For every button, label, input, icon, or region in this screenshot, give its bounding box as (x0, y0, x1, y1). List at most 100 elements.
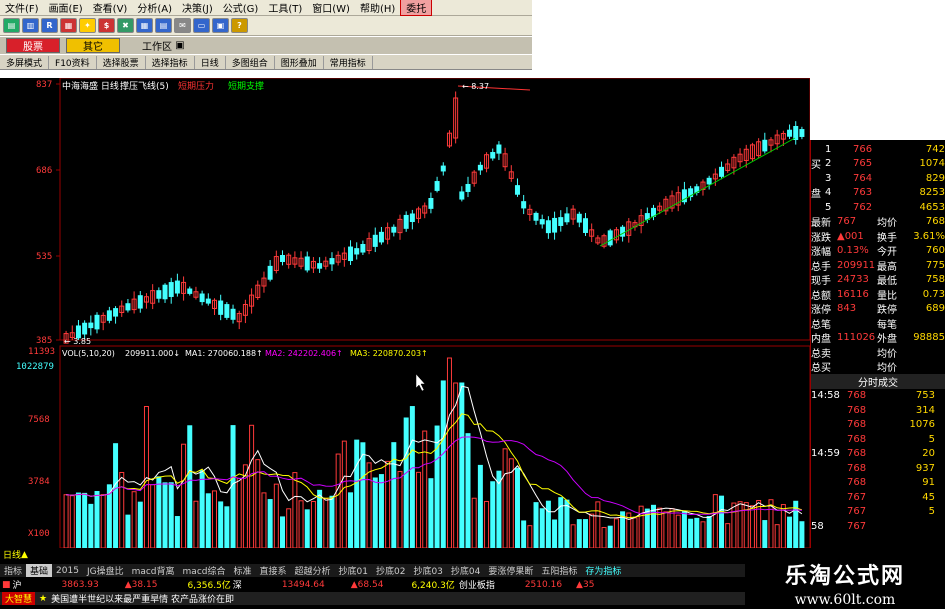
menu-item-1[interactable]: 画面(E) (44, 0, 88, 15)
vol-bar-38 (298, 500, 304, 548)
candle-body-15 (156, 290, 162, 299)
candle-body-104 (706, 177, 712, 185)
toolbar: ▤ ▥ R ▦ ✦ $ ✖ ▦ ▤ ✉ ▭ ▣? (0, 16, 532, 36)
candle-body-118 (793, 125, 799, 141)
vol-ma20-line (66, 436, 802, 516)
vol-bar-19 (181, 443, 187, 548)
subtool-6[interactable]: 图形叠加 (275, 55, 324, 69)
x-icon[interactable]: ✖ (117, 18, 134, 33)
tab-other[interactable]: 其它 (66, 38, 120, 53)
disk-icon[interactable]: ▣ (212, 18, 229, 33)
candle-body-119 (799, 129, 805, 137)
indicator-tab-1[interactable]: 基础 (26, 564, 53, 577)
buy-row-1-cell-2: 766 (853, 143, 873, 155)
card-icon[interactable]: ▭ (193, 18, 210, 33)
vol-bar-82 (570, 524, 576, 548)
candle-body-33 (267, 265, 273, 280)
tick-row-9-cell-1: 767 (847, 520, 867, 532)
quote-row-0: 最新 767 均价 768 (811, 215, 945, 229)
brand-logo[interactable]: 大智慧 (2, 592, 36, 605)
tick-row-7-cell-2: 45 (922, 491, 935, 503)
indicator-tab-12[interactable]: 抄底04 (447, 564, 484, 577)
candle-body-20 (187, 288, 193, 294)
vol-bar-108 (731, 502, 737, 548)
quote-row-3-cell-1: 209911 (837, 259, 876, 271)
arrow-icon[interactable]: ✦ (79, 18, 96, 33)
sub-toolbar: 多屏模式 F10资料 选择股票 选择指标 日线 多图组合 图形叠加 常用指标 (0, 55, 532, 70)
buy-row-2-cell-1: 2 (825, 158, 832, 170)
indicator-tab-9[interactable]: 抄底01 (335, 564, 372, 577)
mail-icon[interactable]: ✉ (174, 18, 191, 33)
vol-value: 209911.000↓ (125, 349, 180, 358)
menu-item-7[interactable]: 窗口(W) (307, 0, 355, 15)
indicator-tab-14[interactable]: 五阳指标 (537, 564, 581, 577)
indicator-tab-0[interactable]: 指标 (0, 564, 26, 577)
subtool-4[interactable]: 日线 (195, 55, 226, 69)
vol-bar-21 (193, 500, 199, 548)
menu-item-4[interactable]: 决策(J) (177, 0, 218, 15)
indicator-tab-5[interactable]: macd综合 (179, 564, 230, 577)
dollar-icon[interactable]: $ (98, 18, 115, 33)
table-icon[interactable]: ▤ (155, 18, 172, 33)
subtool-3[interactable]: 选择指标 (146, 55, 195, 69)
menu-item-8[interactable]: 帮助(H) (355, 0, 400, 15)
vol-bar-99 (675, 514, 681, 548)
open-icon[interactable]: ▥ (22, 18, 39, 33)
quote-row-7-cell-2: 每笔 (877, 319, 897, 331)
save-icon[interactable]: ▤ (3, 18, 20, 33)
indicator-tab-7[interactable]: 直接系 (256, 564, 291, 577)
index1-value: 3863.93 (61, 579, 99, 590)
menu-item-6[interactable]: 工具(T) (263, 0, 307, 15)
menu-item-3[interactable]: 分析(A) (132, 0, 177, 15)
vol-bar-113 (762, 520, 768, 548)
indicator-tab-10[interactable]: 抄底02 (372, 564, 409, 577)
indicator-tab-13[interactable]: 要涨停果断 (484, 564, 537, 577)
vol-bar-51 (378, 474, 384, 548)
kline-chart[interactable]: 837 686 535 385 中海海盛 日线 撑压飞线(5) 短期压力 短期支撑 ← 8.37… (0, 78, 810, 548)
candle-body-61 (440, 165, 446, 172)
workspace-icon: ▣ (175, 40, 185, 51)
menu-item-0[interactable]: 文件(F) (0, 0, 44, 15)
subtool-5[interactable]: 多图组合 (226, 55, 275, 69)
vol-bar-16 (162, 482, 168, 548)
subtool-1[interactable]: F10资料 (49, 55, 97, 69)
vol-bar-27 (230, 425, 236, 548)
indicator-tab-3[interactable]: JG操盘比 (83, 564, 128, 577)
help-icon[interactable]: ? (231, 18, 248, 33)
indicator-tab-15[interactable]: 存为指标 (581, 564, 625, 577)
indicator-tab-11[interactable]: 抄底03 (409, 564, 446, 577)
chart-icon[interactable]: ▦ (60, 18, 77, 33)
indicator-tab-6[interactable]: 标准 (229, 564, 255, 577)
buy-row-1-cell-3: 742 (925, 143, 945, 155)
vol-bar-47 (354, 439, 360, 548)
tick-row-0-cell-0: 14:58 (811, 390, 840, 402)
menu-item-9[interactable]: 委托 (400, 0, 433, 16)
price-tick-2: 535 (36, 252, 52, 262)
vol-bar-20 (187, 425, 193, 548)
vol-bar-101 (688, 518, 694, 548)
vol-bar-49 (366, 462, 372, 548)
candle-body-48 (360, 244, 366, 253)
indicator-tab-4[interactable]: macd背离 (128, 564, 179, 577)
news-ticker[interactable]: 美国遭半世纪以来最严重旱情 农产品涨价在即 (51, 592, 234, 605)
indicator-tab-8[interactable]: 超越分析 (291, 564, 335, 577)
tick-row-5: 768 937 (811, 461, 945, 476)
menu-item-2[interactable]: 查看(V) (88, 0, 133, 15)
tab-stock[interactable]: 股票 (6, 38, 60, 53)
rsi-icon[interactable]: R (41, 18, 58, 33)
candle-body-64 (459, 191, 465, 200)
grid-icon[interactable]: ▦ (136, 18, 153, 33)
indicator-tab-2[interactable]: 2015 (52, 566, 83, 576)
vol-bar-69 (490, 481, 496, 548)
tab-workspace[interactable]: 工作区 ▣ (126, 38, 201, 53)
menu-item-5[interactable]: 公式(G) (218, 0, 264, 15)
candle-body-8 (113, 308, 119, 317)
subtool-0[interactable]: 多屏模式 (0, 55, 50, 69)
period-label[interactable]: 日线 (3, 548, 21, 561)
quote-row-5-cell-2: 量比 (877, 290, 897, 302)
candle-body-81 (564, 213, 570, 223)
vol-bar-61 (440, 380, 446, 548)
quote-row-9-cell-2: 均价 (877, 348, 897, 360)
subtool-7[interactable]: 常用指标 (324, 55, 373, 69)
subtool-2[interactable]: 选择股票 (97, 55, 146, 69)
